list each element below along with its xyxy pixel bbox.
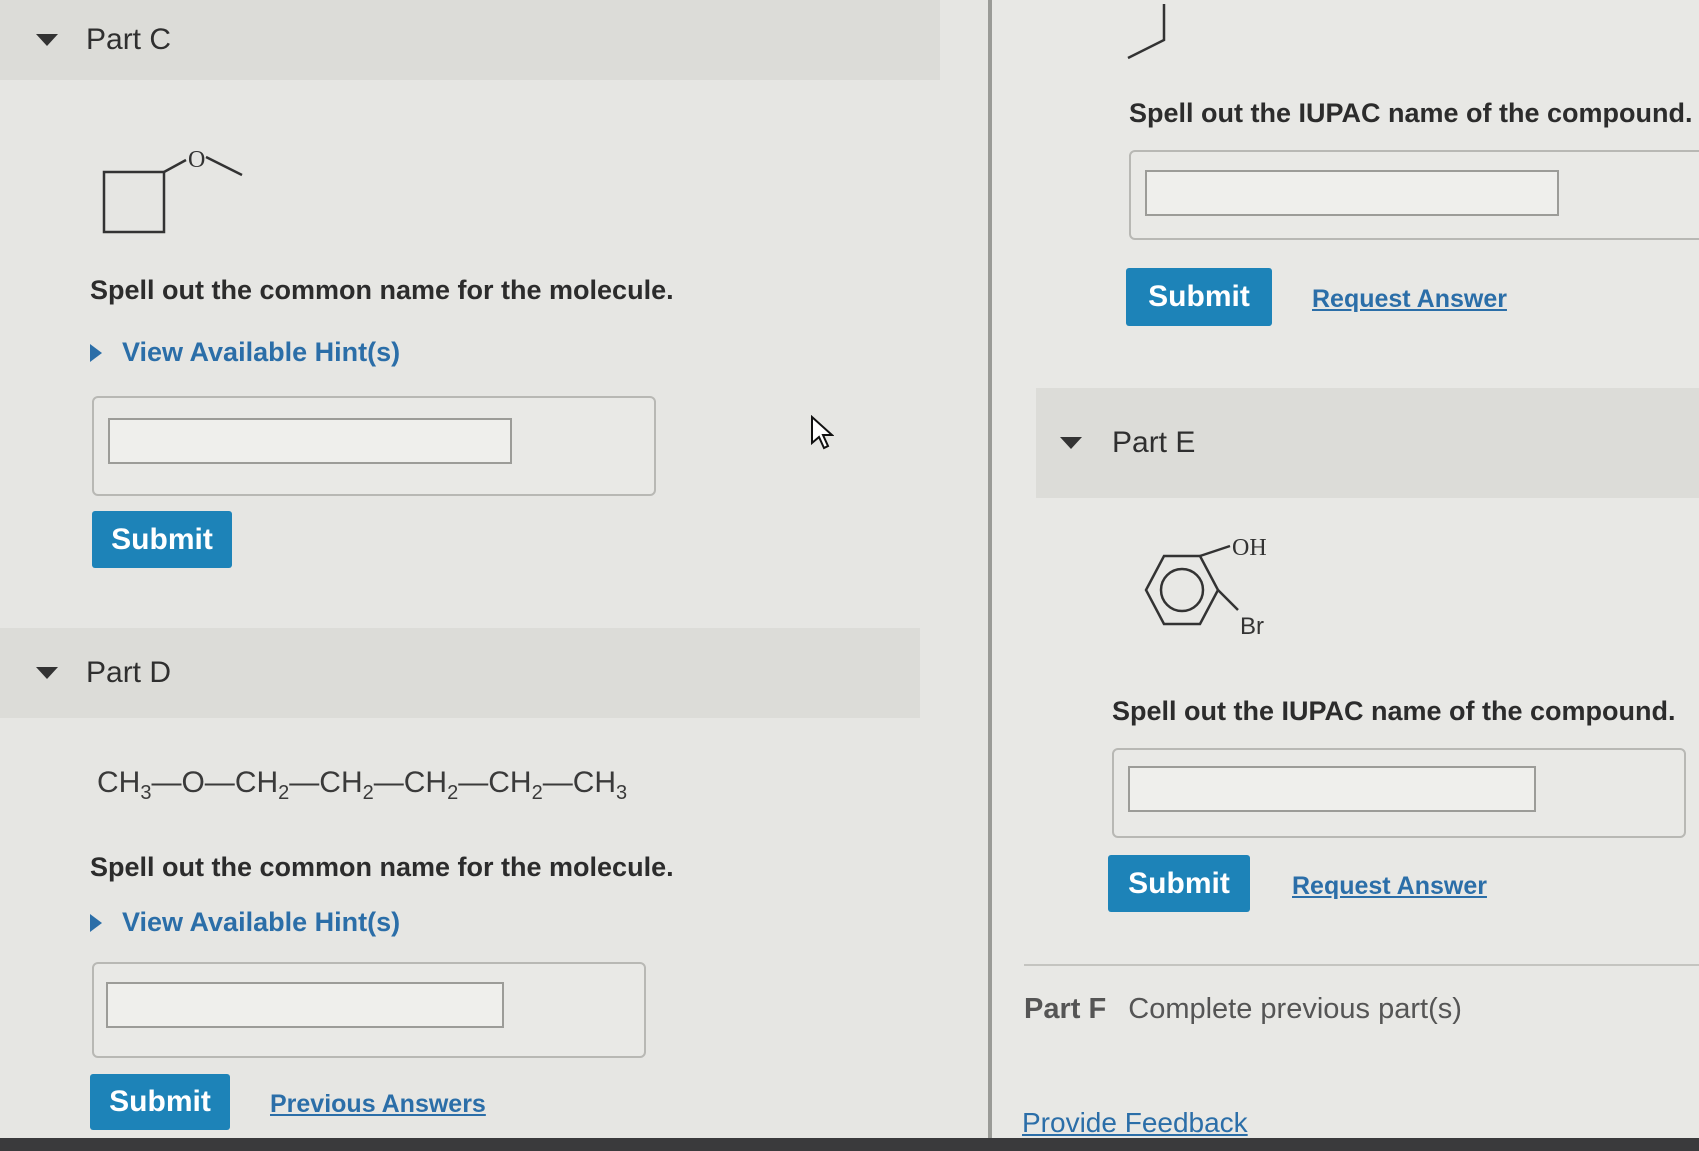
part-b-answer-input[interactable] xyxy=(1145,170,1559,216)
part-f-title: Part F xyxy=(1024,993,1107,1025)
part-d-submit-button[interactable]: Submit xyxy=(90,1074,230,1130)
part-b-submit-button[interactable]: Submit xyxy=(1126,268,1272,326)
part-d-answer-input[interactable] xyxy=(106,982,504,1028)
bond-ring-oh xyxy=(1199,544,1231,558)
oh-label: OH xyxy=(1232,535,1267,561)
bond-ring-br xyxy=(1217,589,1239,611)
part-d-header[interactable]: Part D xyxy=(0,628,920,718)
oxygen-atom-label: O xyxy=(188,147,205,173)
part-b-prompt: Spell out the IUPAC name of the compound… xyxy=(1129,98,1693,128)
collapse-caret-icon[interactable] xyxy=(36,667,58,679)
part-b-structure-fragment xyxy=(1127,4,1166,60)
collapse-caret-icon[interactable] xyxy=(1060,437,1082,449)
part-d-title: Part D xyxy=(86,656,172,689)
part-e-title: Part E xyxy=(1112,426,1196,459)
part-b-request-answer-link[interactable]: Request Answer xyxy=(1312,285,1507,314)
part-c-structure: O xyxy=(102,147,243,234)
part-d-hint-toggle[interactable]: View Available Hint(s) xyxy=(90,907,400,938)
part-c-header[interactable]: Part C xyxy=(0,0,940,80)
br-label: Br xyxy=(1240,613,1264,640)
screen-bottom-bezel xyxy=(0,1138,1699,1151)
part-c-answer-area xyxy=(92,396,656,496)
expand-triangle-icon xyxy=(90,343,102,362)
part-c-prompt: Spell out the common name for the molecu… xyxy=(90,275,674,305)
part-d-answer-area xyxy=(92,962,646,1058)
part-e-prompt: Spell out the IUPAC name of the compound… xyxy=(1112,696,1676,726)
right-column: Spell out the IUPAC name of the compound… xyxy=(992,0,1699,1151)
left-column: Part C O Spell out the common name for t… xyxy=(0,0,990,1151)
aromatic-circle xyxy=(1159,567,1205,613)
mouse-cursor-icon xyxy=(811,415,834,450)
bond-ring-o xyxy=(163,158,187,174)
part-e-answer-input[interactable] xyxy=(1128,766,1536,812)
provide-feedback-link[interactable]: Provide Feedback xyxy=(1022,1107,1248,1139)
part-d-hint-label: View Available Hint(s) xyxy=(122,907,401,937)
part-d-prompt: Spell out the common name for the molecu… xyxy=(90,852,674,882)
expand-triangle-icon xyxy=(90,913,102,932)
part-c-hint-label: View Available Hint(s) xyxy=(122,337,401,367)
part-f-status: Complete previous part(s) xyxy=(1128,993,1462,1025)
benzene-ring xyxy=(1144,554,1220,626)
part-e-answer-area xyxy=(1112,748,1686,838)
part-d-formula: CH3—O—CH2—CH2—CH2—CH2—CH3 xyxy=(97,766,628,804)
bond-o-methyl xyxy=(205,155,243,177)
part-d-previous-answers-link[interactable]: Previous Answers xyxy=(270,1090,486,1119)
part-e-structure: OH Br xyxy=(1144,535,1267,640)
part-e-request-answer-link[interactable]: Request Answer xyxy=(1292,872,1487,901)
part-c-title: Part C xyxy=(86,23,172,56)
part-e-submit-button[interactable]: Submit xyxy=(1108,855,1250,912)
part-e-header[interactable]: Part E xyxy=(1036,388,1699,498)
part-c-hint-toggle[interactable]: View Available Hint(s) xyxy=(90,337,400,368)
collapse-caret-icon[interactable] xyxy=(36,34,58,46)
section-divider xyxy=(1024,964,1699,966)
part-b-answer-area xyxy=(1129,150,1699,240)
cyclobutane-ring xyxy=(102,170,166,234)
part-c-submit-button[interactable]: Submit xyxy=(92,511,232,568)
part-f-row: Part F Complete previous part(s) xyxy=(1024,993,1462,1026)
part-c-answer-input[interactable] xyxy=(108,418,512,464)
